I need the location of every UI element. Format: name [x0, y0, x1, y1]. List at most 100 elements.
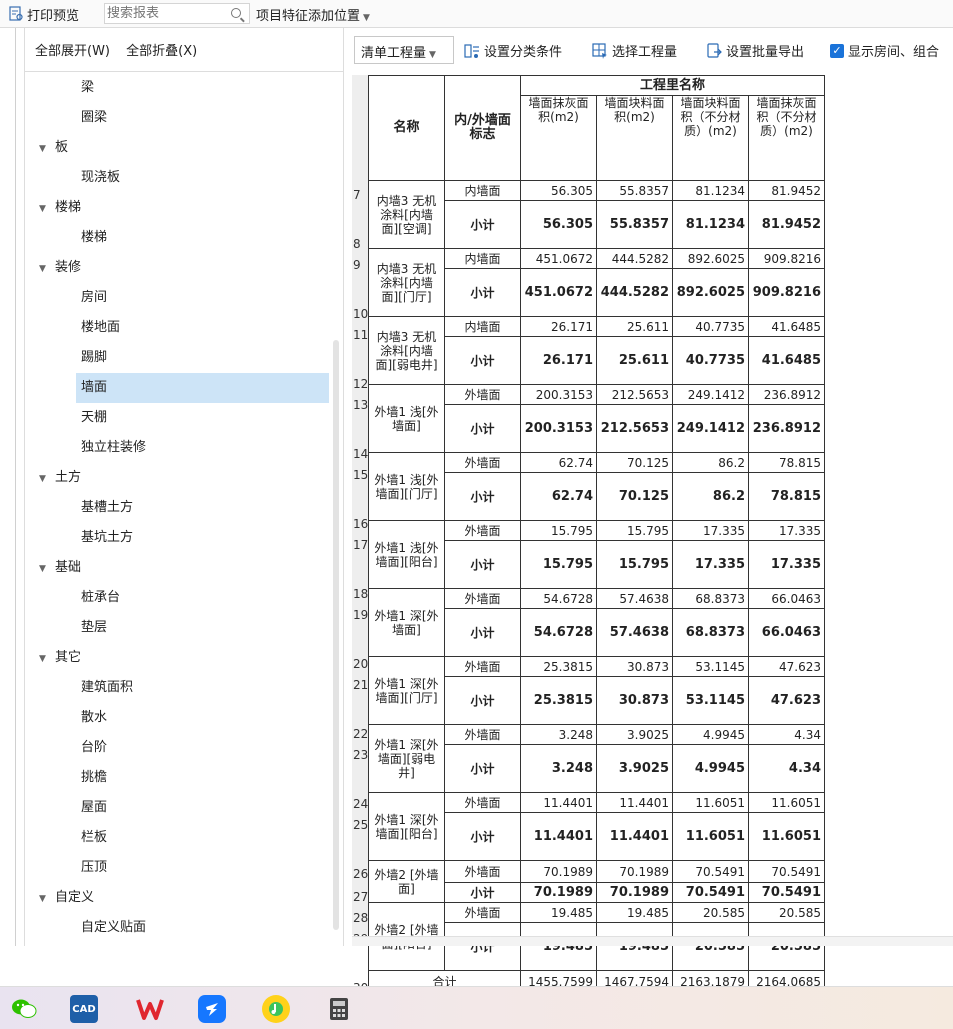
value-cell: 70.5491: [672, 882, 749, 903]
search-input[interactable]: [105, 4, 223, 23]
chevron-down-icon[interactable]: ▼: [39, 134, 55, 164]
tree-item-label: 其它: [55, 650, 82, 665]
chevron-down-icon[interactable]: ▼: [39, 884, 55, 914]
value-cell: 15.795: [520, 540, 597, 589]
row-number: 24: [353, 797, 369, 811]
tree-item-label: 垫层: [81, 620, 108, 635]
value-cell: 3.248: [520, 724, 597, 745]
tree-category[interactable]: ▼ 楼梯: [25, 193, 330, 223]
tree-category[interactable]: ▼ 装修: [25, 253, 330, 283]
row-number: 14: [353, 447, 369, 461]
quantity-type-dropdown[interactable]: 清单工程量 ▼: [354, 36, 454, 64]
classification-icon: [464, 43, 480, 59]
tree-item[interactable]: 垫层: [25, 613, 330, 643]
tree-item-label: 基础: [55, 560, 82, 575]
value-cell: 62.74: [520, 472, 597, 521]
tree-item[interactable]: 台阶: [25, 733, 330, 763]
wall-flag-cell: 外墙面: [444, 902, 521, 923]
calculator-icon[interactable]: [325, 995, 353, 1023]
value-cell: 909.8216: [748, 268, 825, 317]
report-toolbar: 清单工程量 ▼ 设置分类条件 选择工程量 设置批量导出 ✓ 显示房间、组合: [352, 36, 953, 66]
chevron-down-icon: ▼: [363, 13, 370, 23]
project-feature-dropdown[interactable]: 项目特征添加位置 ▼: [256, 5, 370, 24]
value-cell: 11.4401: [520, 812, 597, 861]
tree-item[interactable]: 自定义贴面: [25, 913, 330, 943]
select-quantity-button[interactable]: 选择工程量: [592, 41, 677, 60]
tree-item[interactable]: 圈梁: [25, 103, 330, 133]
cad-icon[interactable]: CAD: [70, 995, 98, 1023]
chevron-down-icon[interactable]: ▼: [39, 644, 55, 674]
chevron-down-icon[interactable]: ▼: [39, 254, 55, 284]
tree-item[interactable]: 房间: [25, 283, 330, 313]
tree-item[interactable]: 基槽土方: [25, 493, 330, 523]
value-cell: 78.815: [748, 472, 825, 521]
value-cell: 200.3153: [520, 384, 597, 405]
tree-item-label: 桩承台: [81, 590, 121, 605]
wechat-icon[interactable]: [10, 995, 38, 1023]
value-cell: 26.171: [520, 316, 597, 337]
tree-item[interactable]: 梁: [25, 73, 330, 103]
tree-item[interactable]: 现浇板: [25, 163, 330, 193]
show-rooms-checkbox[interactable]: ✓ 显示房间、组合: [830, 41, 939, 60]
wall-flag-cell: 小计: [444, 608, 521, 657]
tree-item[interactable]: 楼地面: [25, 313, 330, 343]
tree-item[interactable]: 桩承台: [25, 583, 330, 613]
cad-label: CAD: [72, 1003, 96, 1015]
tree-actions: 全部展开(W) 全部折叠(X): [25, 28, 343, 72]
tree-item[interactable]: 踢脚: [25, 343, 330, 373]
tree-item[interactable]: 基坑土方: [25, 523, 330, 553]
chevron-down-icon[interactable]: ▼: [39, 554, 55, 584]
chevron-down-icon[interactable]: ▼: [39, 194, 55, 224]
tree-item[interactable]: 挑檐: [25, 763, 330, 793]
tree-category[interactable]: ▼ 土方: [25, 463, 330, 493]
dingtalk-icon[interactable]: [198, 995, 226, 1023]
tree-category[interactable]: ▼ 板: [25, 133, 330, 163]
tree-item[interactable]: 独立柱装修: [25, 433, 330, 463]
tree-scrollbar[interactable]: [333, 340, 339, 930]
report-search[interactable]: [104, 3, 250, 24]
tree-item[interactable]: 屋面: [25, 793, 330, 823]
value-cell: 15.795: [596, 540, 673, 589]
tree-item[interactable]: 天棚: [25, 403, 330, 433]
tree-item[interactable]: 楼梯: [25, 223, 330, 253]
table-row: 外墙1 浅[外墙面] 外墙面 200.3153 212.5653 249.1412 236…: [368, 384, 825, 453]
tree-item[interactable]: 栏板: [25, 823, 330, 853]
value-cell: 81.9452: [748, 200, 825, 249]
tree-category[interactable]: ▼ 基础: [25, 553, 330, 583]
table-row: 外墙2 [外墙面][阳台]外墙面19.48519.48520.58520.585: [368, 902, 825, 971]
checkbox-checked-icon[interactable]: ✓: [830, 43, 844, 58]
row-number: 21: [353, 678, 369, 692]
tree-item-label: 基槽土方: [81, 500, 134, 515]
value-cell: 249.1412: [672, 384, 749, 405]
tree-category[interactable]: ▼ 其它: [25, 643, 330, 673]
wps-icon[interactable]: [136, 995, 164, 1023]
print-preview-button[interactable]: 打印预览: [8, 5, 79, 24]
search-icon[interactable]: [231, 8, 241, 18]
tree-item[interactable]: 建筑面积: [25, 673, 330, 703]
taskbar: CAD: [0, 986, 953, 1029]
table-row: 内墙3 无机涂料[内墙面][门厅] 内墙面 451.0672 444.5282 892.…: [368, 248, 825, 317]
set-classification-button[interactable]: 设置分类条件: [464, 41, 562, 60]
set-classification-label: 设置分类条件: [484, 45, 563, 60]
value-cell: 11.4401: [596, 792, 673, 813]
tree-item[interactable]: 散水: [25, 703, 330, 733]
wall-flag-cell: 小计: [444, 882, 521, 903]
tree-item[interactable]: 压顶: [25, 853, 330, 883]
horizontal-scrollbar[interactable]: [352, 936, 953, 946]
project-feature-label: 项目特征添加位置: [256, 9, 361, 24]
item-name-cell: 内墙3 无机涂料[内墙面][空调]: [368, 180, 445, 249]
value-cell: 11.6051: [672, 812, 749, 861]
tree-item-label: 自定义贴面: [81, 920, 147, 935]
tree-item[interactable]: 墙面: [76, 373, 329, 403]
show-rooms-label: 显示房间、组合: [848, 45, 940, 60]
item-name-cell: 外墙1 深[外墙面][门厅]: [368, 656, 445, 725]
chevron-down-icon[interactable]: ▼: [39, 464, 55, 494]
expand-all-button[interactable]: 全部展开(W): [35, 44, 110, 59]
qq-music-icon[interactable]: [262, 995, 290, 1023]
collapse-all-button[interactable]: 全部折叠(X): [126, 44, 197, 59]
tree-category[interactable]: ▼ 自定义: [25, 883, 330, 913]
item-name-cell: 外墙1 浅[外墙面][门厅]: [368, 452, 445, 521]
set-batch-export-button[interactable]: 设置批量导出: [706, 41, 804, 60]
row-number: 25: [353, 818, 369, 832]
set-batch-export-label: 设置批量导出: [726, 45, 805, 60]
